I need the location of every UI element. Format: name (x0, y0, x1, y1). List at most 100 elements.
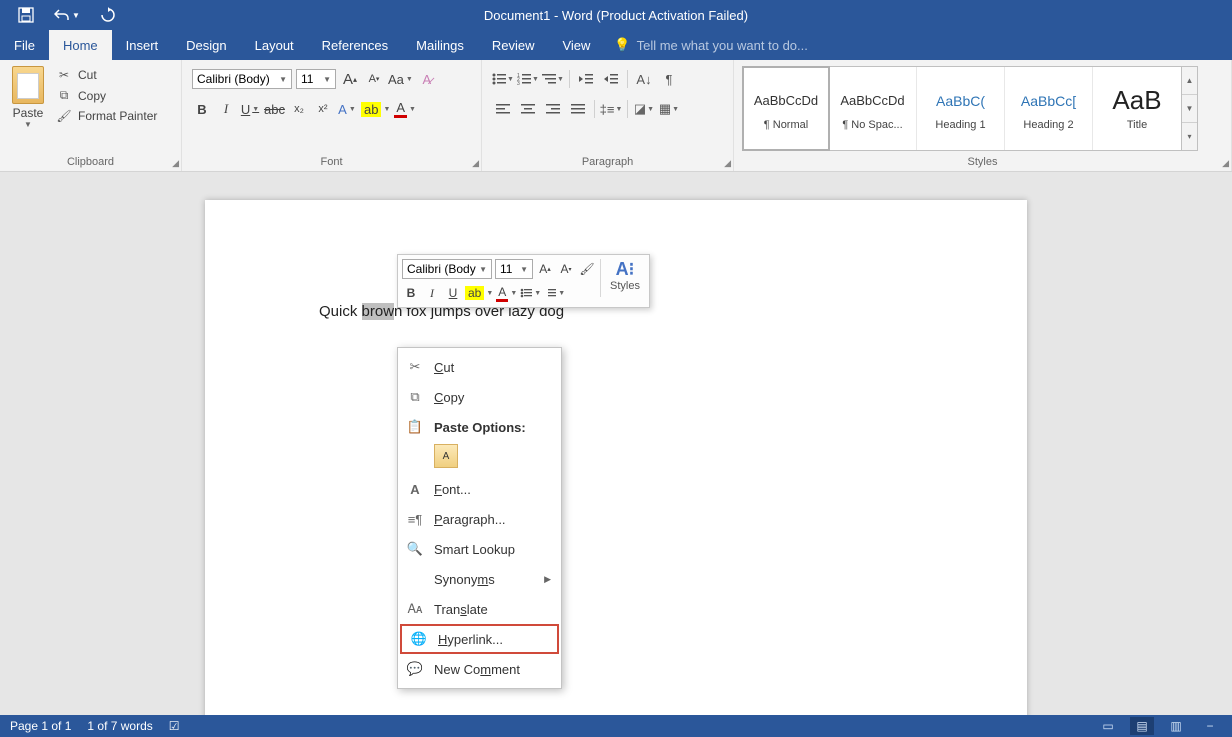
tab-mailings[interactable]: Mailings (402, 30, 478, 60)
copy-button[interactable]: ⧉Copy (56, 88, 157, 103)
style-item[interactable]: AaBbCcDd¶ No Spac... (829, 67, 917, 150)
styles-scroll[interactable]: ▲ ▼ ▾ (1182, 66, 1198, 151)
mini-grow-font-button[interactable]: A▴ (536, 259, 554, 279)
highlight-button[interactable]: ab▼ (361, 98, 390, 120)
mini-highlight-button[interactable]: ab▼ (465, 283, 493, 303)
font-name-combo[interactable]: Calibri (Body)▼ (192, 69, 292, 89)
ctx-copy[interactable]: ⧉Copy (398, 382, 561, 412)
line-spacing-button[interactable]: ‡≡▼ (600, 98, 622, 120)
tab-layout[interactable]: Layout (241, 30, 308, 60)
chevron-down-icon[interactable]: ▼ (1182, 95, 1197, 123)
print-layout-button[interactable]: ▤ (1130, 717, 1154, 735)
dialog-launcher-icon[interactable]: ◢ (172, 158, 179, 169)
mini-font-size-combo[interactable]: 11▼ (495, 259, 533, 279)
ctx-paragraph[interactable]: ≡¶Paragraph... (398, 504, 561, 534)
style-item[interactable]: AaBbC(Heading 1 (917, 67, 1005, 150)
mini-font-name-combo[interactable]: Calibri (Body▼ (402, 259, 492, 279)
ctx-paste-options: A (398, 442, 561, 474)
cut-button[interactable]: ✂Cut (56, 68, 157, 82)
increase-indent-button[interactable] (600, 68, 622, 90)
scissors-icon: ✂ (406, 359, 424, 375)
read-mode-button[interactable]: ▭ (1096, 717, 1120, 735)
undo-icon[interactable]: ▼ (54, 8, 80, 22)
show-marks-button[interactable]: ¶ (658, 68, 680, 90)
mini-numbering-button[interactable]: ▼ (544, 283, 565, 303)
bold-button[interactable]: B (192, 98, 212, 120)
align-center-button[interactable] (517, 98, 539, 120)
ctx-font[interactable]: AFont... (398, 474, 561, 504)
scissors-icon: ✂ (56, 68, 72, 82)
svg-text:3: 3 (517, 81, 520, 85)
mini-italic-button[interactable]: I (423, 283, 441, 303)
tab-home[interactable]: Home (49, 30, 112, 60)
grow-font-button[interactable]: A▴ (340, 68, 360, 90)
mini-bold-button[interactable]: B (402, 283, 420, 303)
styles-gallery[interactable]: AaBbCcDd¶ NormalAaBbCcDd¶ No Spac...AaBb… (742, 66, 1182, 151)
dialog-launcher-icon[interactable]: ◢ (472, 158, 479, 169)
document-area[interactable]: Quick brown fox jumps over lazy dog Cali… (0, 172, 1232, 715)
paste-button[interactable]: Paste ▼ (6, 64, 50, 129)
align-left-button[interactable] (492, 98, 514, 120)
ctx-smart-lookup[interactable]: 🔍Smart Lookup (398, 534, 561, 564)
dialog-launcher-icon[interactable]: ◢ (724, 158, 731, 169)
ctx-synonyms[interactable]: Synonyms▶ (398, 564, 561, 594)
dialog-launcher-icon[interactable]: ◢ (1222, 158, 1229, 169)
proofing-icon[interactable]: ☑ (169, 719, 180, 733)
mini-shrink-font-button[interactable]: A▾ (557, 259, 575, 279)
shrink-font-button[interactable]: A▾ (364, 68, 384, 90)
font-color-button[interactable]: A▼ (394, 98, 416, 120)
ctx-new-comment[interactable]: 💬New Comment (398, 654, 561, 684)
decrease-indent-button[interactable] (575, 68, 597, 90)
text-effects-button[interactable]: A▼ (337, 98, 357, 120)
shading-button[interactable]: ◪▼ (633, 98, 655, 120)
tab-review[interactable]: Review (478, 30, 549, 60)
zoom-out-button[interactable]: − (1198, 717, 1222, 735)
borders-button[interactable]: ▦▼ (658, 98, 680, 120)
group-label: Paragraph (488, 153, 727, 171)
strikethrough-button[interactable]: abc (264, 98, 285, 120)
bullets-button[interactable]: ▼ (492, 68, 514, 90)
word-count[interactable]: 1 of 7 words (87, 719, 152, 733)
format-painter-button[interactable]: 🖌Format Painter (56, 109, 157, 123)
tell-me-search[interactable]: 💡 Tell me what you want to do... (614, 30, 807, 60)
clipboard-icon (12, 66, 44, 104)
subscript-button[interactable]: x₂ (289, 98, 309, 120)
style-item[interactable]: AaBbCc[Heading 2 (1005, 67, 1093, 150)
underline-button[interactable]: U▼ (240, 98, 260, 120)
ctx-cut[interactable]: ✂Cut (398, 352, 561, 382)
numbering-button[interactable]: 123▼ (517, 68, 539, 90)
italic-button[interactable]: I (216, 98, 236, 120)
change-case-button[interactable]: Aa▼ (388, 68, 413, 90)
justify-button[interactable] (567, 98, 589, 120)
paste-keep-text-button[interactable]: A (434, 444, 458, 468)
mini-font-color-button[interactable]: A▼ (496, 283, 517, 303)
styles-more-icon[interactable]: ▾ (1182, 123, 1197, 150)
style-item[interactable]: AaBbCcDd¶ Normal (742, 66, 830, 151)
mini-format-painter-button[interactable]: 🖌 (578, 259, 596, 279)
context-menu: ✂Cut ⧉Copy 📋Paste Options: A AFont... ≡¶… (397, 347, 562, 689)
sort-button[interactable]: A↓ (633, 68, 655, 90)
mini-styles-button[interactable]: A⁝ Styles (605, 259, 645, 303)
tab-file[interactable]: File (0, 30, 49, 60)
mini-underline-button[interactable]: U (444, 283, 462, 303)
tab-references[interactable]: References (308, 30, 402, 60)
translate-icon: 🗛 (406, 601, 424, 617)
tab-view[interactable]: View (548, 30, 604, 60)
page-indicator[interactable]: Page 1 of 1 (10, 719, 71, 733)
align-right-button[interactable] (542, 98, 564, 120)
tab-design[interactable]: Design (172, 30, 240, 60)
save-icon[interactable] (18, 7, 34, 23)
font-size-combo[interactable]: 11▼ (296, 69, 336, 89)
tab-insert[interactable]: Insert (112, 30, 173, 60)
mini-bullets-button[interactable]: ▼ (520, 283, 541, 303)
clear-formatting-button[interactable]: A̷ (417, 68, 437, 90)
chevron-up-icon[interactable]: ▲ (1182, 67, 1197, 95)
multilevel-list-button[interactable]: ▼ (542, 68, 564, 90)
chevron-right-icon: ▶ (544, 574, 551, 585)
style-item[interactable]: AaBTitle (1093, 67, 1181, 150)
ctx-hyperlink[interactable]: 🌐Hyperlink... (400, 624, 559, 654)
web-layout-button[interactable]: ▥ (1164, 717, 1188, 735)
ctx-translate[interactable]: 🗛Translate (398, 594, 561, 624)
superscript-button[interactable]: x² (313, 98, 333, 120)
redo-icon[interactable] (100, 7, 116, 23)
